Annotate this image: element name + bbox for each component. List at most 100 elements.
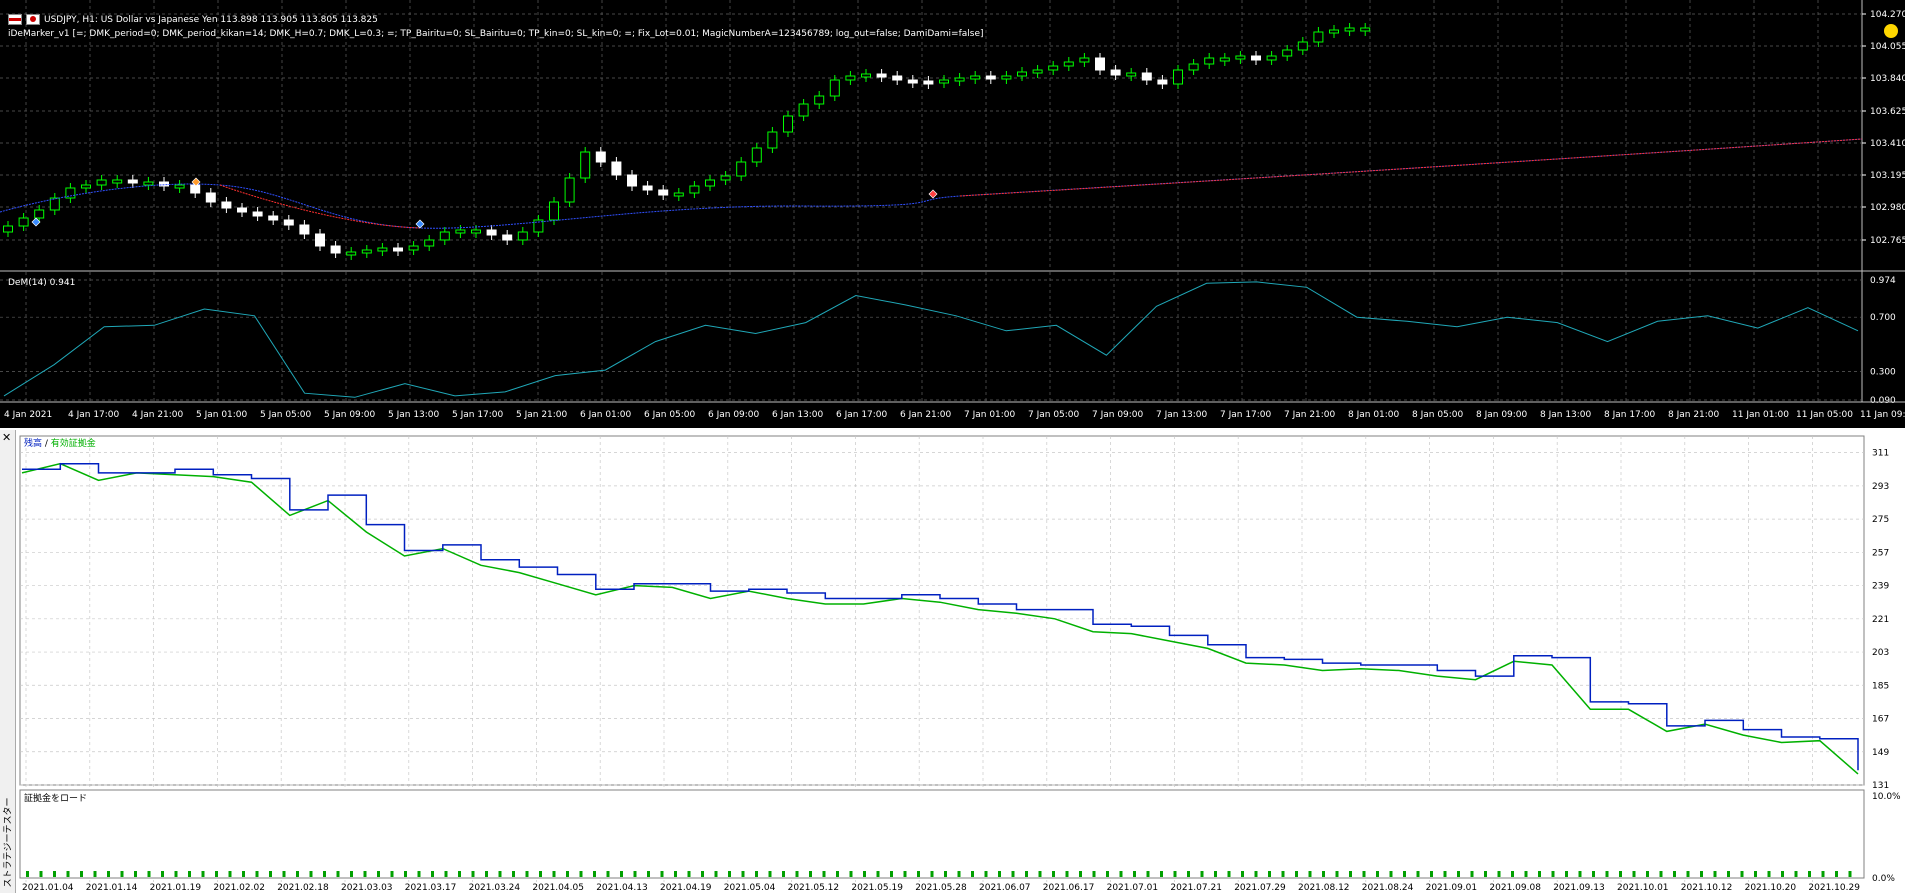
- time-tick-label: 6 Jan 13:00: [772, 410, 824, 420]
- margin-bar: [404, 871, 407, 877]
- price-tick-label: 103.195: [1870, 171, 1905, 181]
- date-tick-label: 2021.04.05: [532, 883, 584, 893]
- tab-strategy-tester[interactable]: ストラテジーテスター: [0, 797, 15, 890]
- margin-bar: [633, 871, 637, 877]
- margin-bar: [647, 871, 650, 877]
- candle-body: [1329, 29, 1339, 34]
- time-tick-label: 6 Jan 09:00: [708, 410, 760, 420]
- time-tick-label: 8 Jan 21:00: [1668, 410, 1720, 420]
- margin-bar: [1578, 871, 1582, 877]
- candle-body: [1251, 55, 1261, 61]
- candle-body: [49, 197, 60, 211]
- time-tick-label: 8 Jan 17:00: [1604, 410, 1656, 420]
- margin-bar: [1133, 871, 1136, 877]
- candle-body: [1017, 71, 1027, 77]
- candle-body: [1235, 55, 1246, 60]
- margin-bar: [998, 871, 1001, 877]
- candle-body: [1001, 75, 1012, 80]
- candlestick-chart[interactable]: 104.270 104.055 103.840 103.625 103.410 103.1…: [0, 0, 1905, 272]
- price-tick-label: 103.625: [1870, 107, 1905, 117]
- margin-bar: [1025, 871, 1028, 877]
- margin-bar: [53, 871, 56, 877]
- tester-sidebar: ✕ ストラテジーテスター: [0, 430, 16, 893]
- margin-bar: [1119, 871, 1123, 877]
- date-tick-label: 2021.08.12: [1298, 883, 1350, 893]
- price-tick-label: 104.270: [1870, 10, 1905, 20]
- margin-bar: [1322, 871, 1325, 877]
- margin-bar: [1457, 871, 1460, 877]
- date-tick-label: 2021.10.20: [1745, 883, 1797, 893]
- legend: 残高 / 有効証拠金: [24, 437, 96, 449]
- date-tick-label: 2021.10.12: [1681, 883, 1733, 893]
- margin-bar: [1700, 871, 1703, 877]
- margin-bar: [188, 871, 191, 877]
- margin-bar: [255, 871, 259, 877]
- time-tick-label: 7 Jan 21:00: [1284, 410, 1336, 420]
- close-icon[interactable]: ✕: [2, 431, 11, 444]
- margin-bar: [1821, 871, 1825, 877]
- time-tick-label: 4 Jan 2021: [4, 410, 52, 420]
- date-tick-label: 2021.06.07: [979, 883, 1031, 893]
- margin-bar: [1524, 871, 1528, 877]
- candle-body: [689, 185, 700, 194]
- margin-bar: [1295, 871, 1298, 877]
- margin-bar: [579, 871, 583, 877]
- margin-bar: [1619, 871, 1622, 877]
- time-tick-label: 6 Jan 05:00: [644, 410, 696, 420]
- margin-bar: [350, 871, 353, 877]
- indicator-tick-label: 0.974: [1870, 276, 1896, 286]
- demarker-indicator-panel[interactable]: 0.974 0.700 0.300 0.090 4 Jan 2021 4 Jan 17:0…: [0, 272, 1905, 428]
- margin-bar: [1538, 871, 1541, 877]
- time-tick-label: 5 Jan 17:00: [452, 410, 504, 420]
- candle-body: [486, 229, 497, 236]
- margin-bar: [26, 871, 29, 877]
- candle-body: [237, 207, 247, 213]
- candle-body: [502, 234, 513, 241]
- margin-bar: [471, 871, 475, 877]
- margin-bar: [147, 871, 151, 877]
- margin-bar: [1227, 871, 1231, 877]
- margin-bar: [1106, 871, 1109, 877]
- balance-tick-label: 149: [1872, 748, 1889, 758]
- margin-bar: [687, 871, 691, 877]
- margin-bar: [809, 871, 812, 877]
- date-tick-label: 2021.01.04: [22, 883, 74, 893]
- candle-body: [346, 251, 357, 256]
- tester-graph[interactable]: 311 293 275 257 239 221 203 185 167 149 131 残高 / 有効…: [16, 432, 1905, 895]
- candle-body: [315, 233, 325, 247]
- candle-body: [424, 239, 435, 247]
- margin-bar: [134, 871, 137, 877]
- time-tick-label: 7 Jan 05:00: [1028, 410, 1080, 420]
- margin-bar: [1146, 871, 1150, 877]
- candle-body: [1297, 41, 1308, 51]
- candle-body: [190, 184, 201, 194]
- candle-body: [1313, 31, 1324, 43]
- date-tick-label: 2021.07.29: [1234, 883, 1286, 893]
- margin-bar: [1200, 871, 1204, 877]
- margin-bar: [1416, 871, 1420, 877]
- candle-body: [736, 161, 747, 177]
- candle-body: [907, 79, 918, 84]
- candle-body: [1204, 57, 1215, 65]
- legend-balance: 残高: [24, 437, 42, 449]
- indicator-label: DeM(14) 0.941: [8, 278, 76, 288]
- indicator-background: [0, 272, 1905, 428]
- margin-label: 証拠金をロード: [24, 792, 87, 804]
- margin-bar: [107, 871, 110, 877]
- time-tick-label: 7 Jan 01:00: [964, 410, 1016, 420]
- candle-body: [283, 219, 294, 226]
- margin-bar: [525, 871, 529, 877]
- margin-bar: [1403, 871, 1406, 877]
- price-tick-label: 102.980: [1870, 203, 1905, 213]
- price-chart-window[interactable]: 104.270 104.055 103.840 103.625 103.410 103.1…: [0, 0, 1905, 428]
- date-tick-label: 2021.03.17: [405, 883, 457, 893]
- balance-tick-label: 239: [1872, 582, 1889, 592]
- candle-body: [923, 80, 934, 85]
- candle-body: [1282, 49, 1293, 57]
- us-flag-icon: [8, 14, 22, 25]
- price-tick-label: 103.410: [1870, 139, 1905, 149]
- time-tick-label: 4 Jan 21:00: [132, 410, 184, 420]
- margin-bar: [1268, 871, 1271, 877]
- time-tick-label: 8 Jan 13:00: [1540, 410, 1592, 420]
- expert-smile-icon[interactable]: [1884, 24, 1898, 38]
